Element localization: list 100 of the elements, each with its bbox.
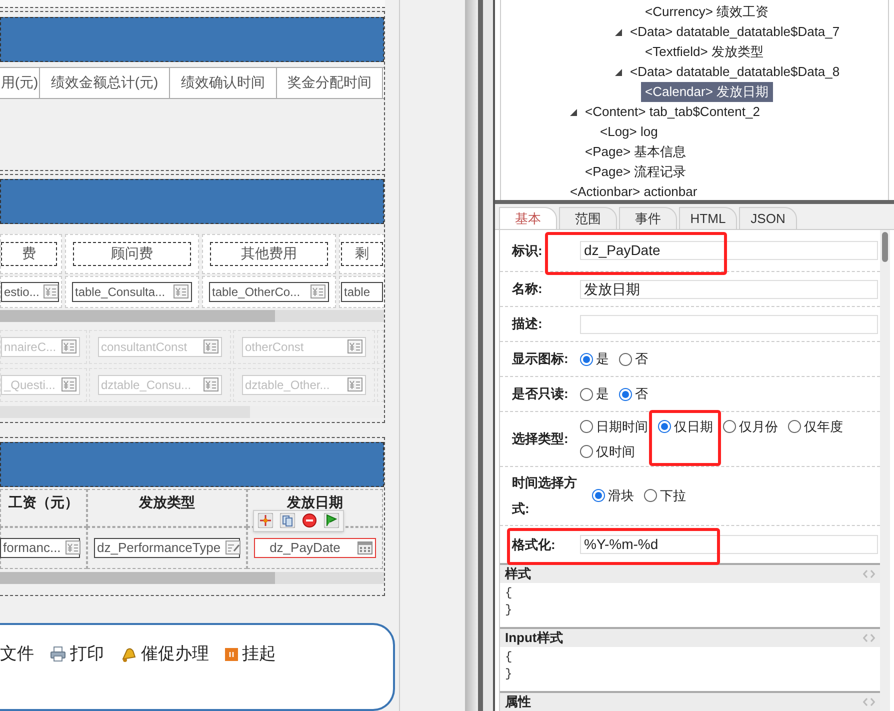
radio-label[interactable]: 是: [596, 384, 609, 404]
code-line: {: [505, 649, 514, 666]
currency-field-icon: [43, 284, 60, 300]
currency-field-icon: [64, 540, 81, 556]
radio-label[interactable]: 滑块: [608, 486, 634, 506]
column-header: 奖金分配时间: [277, 68, 383, 98]
field-label: 是否只读:: [511, 385, 570, 404]
field-label: 格式化:: [510, 536, 556, 554]
radio-button[interactable]: [592, 489, 605, 502]
currency-field-icon: [61, 339, 77, 354]
radio-button[interactable]: [644, 489, 657, 502]
tree-item[interactable]: <Actionbar> actionbar: [566, 182, 702, 200]
input-field[interactable]: formanc...: [0, 538, 80, 558]
radio-label[interactable]: 仅年度: [804, 416, 843, 436]
column-header: 发放类型: [87, 488, 247, 527]
tree-item[interactable]: <Content> tab_tab$Content_2: [581, 102, 764, 122]
tab[interactable]: 基本: [499, 207, 557, 229]
input-field[interactable]: estio...: [1, 282, 59, 302]
field-label: 时间选择方式:: [510, 474, 578, 518]
tree-item[interactable]: <Data> datatable_datatable$Data_8: [626, 62, 844, 82]
input-field[interactable]: table_OtherCo...: [209, 282, 329, 302]
delete-icon[interactable]: [302, 513, 318, 528]
move-icon[interactable]: [258, 513, 273, 528]
radio-label[interactable]: 仅时间: [596, 442, 635, 462]
tree-item[interactable]: <Page> 基本信息: [581, 142, 690, 162]
highlight-frame: [649, 410, 721, 466]
field-label: 费: [1, 242, 57, 266]
column-header: 绩效金额总计(元): [40, 68, 170, 98]
field-label: 其他费用: [210, 242, 328, 266]
table-cell: [377, 368, 384, 402]
radio-button[interactable]: [619, 388, 632, 401]
tree-item[interactable]: <Log> log: [596, 122, 662, 142]
field-label: 名称:: [510, 280, 544, 298]
tab[interactable]: HTML: [679, 207, 737, 229]
section-title: 样式: [505, 565, 531, 584]
section-title: 属性: [505, 693, 531, 711]
calendar-icon: [357, 540, 373, 556]
tree-item[interactable]: <Page> 流程记录: [581, 162, 690, 182]
action-button[interactable]: 打印: [50, 641, 104, 667]
text-field[interactable]: [580, 314, 878, 334]
field-label: 显示图标:: [511, 350, 570, 368]
expanded-triangle-icon[interactable]: [570, 108, 577, 116]
horizontal-scrollbar[interactable]: [0, 572, 384, 584]
expanded-triangle-icon[interactable]: [615, 28, 622, 36]
tree-item[interactable]: <Currency> 绩效工资: [641, 2, 773, 22]
code-line: {: [505, 585, 514, 602]
radio-label[interactable]: 日期时间: [596, 416, 648, 436]
tab[interactable]: 事件: [619, 207, 677, 229]
currency-field-icon: [61, 377, 77, 392]
radio-button[interactable]: [788, 420, 801, 433]
field-label: 剩: [341, 242, 383, 266]
text-field[interactable]: dz_PayDate: [580, 241, 878, 260]
currency-field-icon: [203, 339, 219, 354]
code-line: }: [505, 602, 514, 619]
radio-button[interactable]: [723, 420, 736, 433]
text-field[interactable]: %Y-%m-%d: [580, 534, 878, 554]
radio-label[interactable]: 是: [596, 349, 609, 369]
tree-item[interactable]: <Textfield> 发放类型: [641, 42, 768, 62]
tab[interactable]: JSON: [739, 207, 797, 229]
tree-item[interactable]: <Data> datatable_datatable$Data_7: [626, 22, 844, 42]
radio-label[interactable]: 下拉: [660, 486, 686, 506]
radio-label[interactable]: 仅月份: [739, 416, 778, 436]
radio-button[interactable]: [580, 445, 593, 458]
action-button[interactable]: 文件: [0, 641, 34, 667]
radio-button[interactable]: [580, 388, 593, 401]
edit-icon: [224, 540, 241, 556]
radio-button[interactable]: [580, 352, 593, 366]
text-field[interactable]: 发放日期: [580, 280, 878, 299]
field-label: 标识:: [510, 242, 544, 260]
tree-item[interactable]: <Calendar> 发放日期: [641, 82, 773, 102]
currency-field-icon: [310, 284, 326, 300]
radio-label[interactable]: 仅日期: [674, 416, 713, 436]
radio-button[interactable]: [619, 352, 632, 366]
currency-field-icon: [347, 339, 363, 354]
pause-icon: [225, 648, 238, 661]
action-button[interactable]: 挂起: [225, 641, 276, 667]
vertical-scrollbar[interactable]: [880, 230, 890, 711]
radio-label[interactable]: 否: [635, 384, 648, 404]
code-line: }: [505, 666, 514, 683]
column-header: 工资（元）: [0, 488, 87, 527]
horizontal-scrollbar[interactable]: [0, 310, 384, 322]
radio-button[interactable]: [658, 420, 671, 433]
currency-field-icon: [203, 377, 219, 392]
currency-field-icon: [347, 377, 363, 392]
input-field[interactable]: table_Consulta...: [72, 282, 192, 302]
input-field[interactable]: table: [341, 282, 383, 302]
input-field[interactable]: dz_PerformanceType: [94, 538, 240, 558]
radio-button[interactable]: [580, 420, 593, 433]
expanded-triangle-icon[interactable]: [615, 68, 622, 76]
flag-icon[interactable]: [324, 513, 340, 528]
input-field[interactable]: dz_PayDate: [254, 538, 376, 558]
tab[interactable]: 范围: [559, 207, 617, 229]
action-button[interactable]: 催促办理: [120, 641, 209, 667]
field-label: 选择类型:: [511, 430, 570, 448]
copy-icon[interactable]: [280, 513, 295, 528]
column-header: 用(元): [0, 68, 40, 98]
field-label: 描述:: [510, 315, 544, 334]
radio-label[interactable]: 否: [635, 349, 648, 369]
currency-field-icon: [173, 284, 189, 300]
field-label: 顾问费: [73, 242, 191, 266]
